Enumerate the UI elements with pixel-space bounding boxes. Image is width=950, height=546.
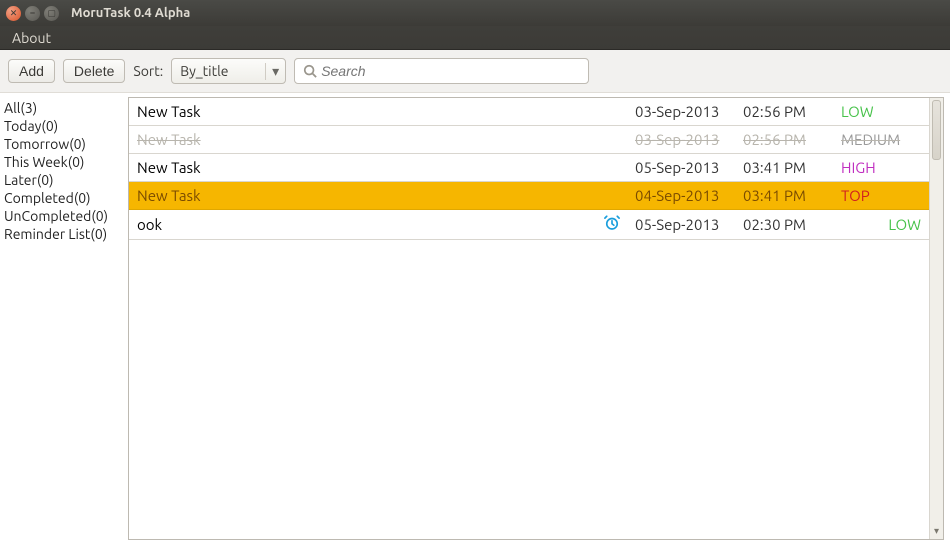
task-date: 05-Sep-2013: [635, 216, 735, 233]
scrollbar-thumb[interactable]: [932, 100, 941, 160]
sidebar-item-uncompleted[interactable]: UnCompleted(0): [4, 207, 124, 225]
sidebar-item-later[interactable]: Later(0): [4, 171, 124, 189]
task-row[interactable]: New Task 03-Sep-2013 02:56 PM MEDIUM: [129, 126, 929, 154]
task-date: 05-Sep-2013: [635, 159, 735, 176]
menu-about[interactable]: About: [6, 28, 57, 48]
task-row[interactable]: New Task 03-Sep-2013 02:56 PM LOW: [129, 98, 929, 126]
task-list-panel: New Task 03-Sep-2013 02:56 PM LOW New Task 03…: [128, 97, 944, 540]
task-title: New Task: [137, 103, 595, 120]
menubar: About: [0, 26, 950, 50]
sidebar-item-today[interactable]: Today(0): [4, 117, 124, 135]
task-time: 02:30 PM: [743, 216, 833, 233]
sidebar: All(3) Today(0) Tomorrow(0) This Week(0)…: [0, 93, 128, 546]
window-controls: ✕ – ▢: [6, 6, 59, 21]
delete-button[interactable]: Delete: [63, 59, 125, 83]
task-time: 02:56 PM: [743, 131, 833, 148]
sidebar-item-thisweek[interactable]: This Week(0): [4, 153, 124, 171]
task-time: 03:41 PM: [743, 187, 833, 204]
vertical-scrollbar[interactable]: ▾: [929, 98, 943, 539]
sidebar-item-all[interactable]: All(3): [4, 99, 124, 117]
sort-value: By_title: [180, 63, 228, 79]
search-field[interactable]: [294, 58, 589, 84]
close-icon[interactable]: ✕: [6, 6, 21, 21]
window-title: MoruTask 0.4 Alpha: [71, 6, 190, 20]
sort-select[interactable]: By_title ▾: [171, 58, 286, 84]
add-button[interactable]: Add: [8, 59, 55, 83]
task-list[interactable]: New Task 03-Sep-2013 02:56 PM LOW New Task 03…: [129, 98, 929, 539]
search-icon: [303, 64, 317, 78]
task-priority: TOP: [841, 187, 921, 204]
task-time: 03:41 PM: [743, 159, 833, 176]
task-date: 03-Sep-2013: [635, 131, 735, 148]
task-title: New Task: [137, 131, 595, 148]
task-priority: LOW: [841, 103, 921, 120]
task-date: 04-Sep-2013: [635, 187, 735, 204]
task-priority: HIGH: [841, 159, 921, 176]
task-priority: MEDIUM: [841, 131, 921, 148]
task-title: New Task: [137, 159, 595, 176]
task-row[interactable]: New Task 05-Sep-2013 03:41 PM HIGH: [129, 154, 929, 182]
window-titlebar: ✕ – ▢ MoruTask 0.4 Alpha: [0, 0, 950, 26]
sidebar-item-reminder[interactable]: Reminder List(0): [4, 225, 124, 243]
task-title: New Task: [137, 187, 595, 204]
scroll-down-icon[interactable]: ▾: [930, 525, 943, 537]
sidebar-item-tomorrow[interactable]: Tomorrow(0): [4, 135, 124, 153]
task-title: ook: [137, 216, 595, 233]
task-priority: LOW: [841, 216, 921, 233]
sidebar-item-completed[interactable]: Completed(0): [4, 189, 124, 207]
minimize-icon[interactable]: –: [25, 6, 40, 21]
content-area: All(3) Today(0) Tomorrow(0) This Week(0)…: [0, 93, 950, 546]
sort-label: Sort:: [133, 63, 163, 79]
chevron-down-icon: ▾: [265, 63, 279, 80]
task-row[interactable]: New Task 04-Sep-2013 03:41 PM TOP: [129, 182, 929, 210]
task-reminder-slot: [603, 214, 627, 235]
maximize-icon[interactable]: ▢: [44, 6, 59, 21]
toolbar: Add Delete Sort: By_title ▾: [0, 50, 950, 93]
task-date: 03-Sep-2013: [635, 103, 735, 120]
task-row[interactable]: ook 05-Sep-2013 02:30 PM LOW: [129, 210, 929, 240]
task-time: 02:56 PM: [743, 103, 833, 120]
search-input[interactable]: [321, 63, 580, 79]
alarm-icon: [603, 214, 621, 232]
